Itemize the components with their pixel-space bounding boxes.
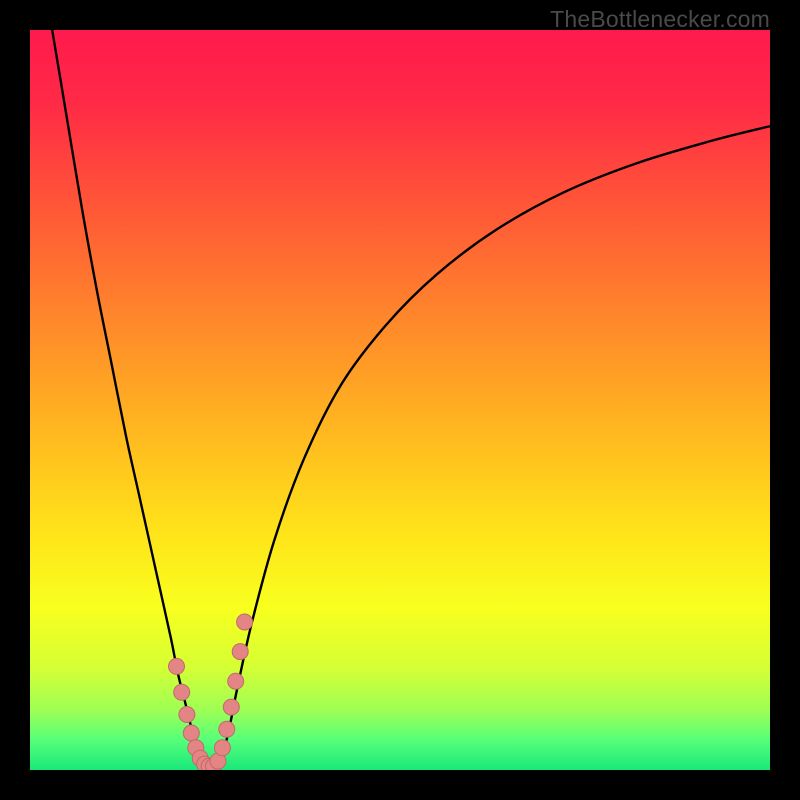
bottleneck-curve	[52, 30, 770, 768]
curve-marker	[232, 644, 248, 660]
outer-frame: TheBottlenecker.com	[0, 0, 800, 800]
curve-marker	[179, 707, 195, 723]
curve-marker	[169, 658, 185, 674]
plot-area	[30, 30, 770, 770]
curve-marker	[237, 614, 253, 630]
watermark-text: TheBottlenecker.com	[550, 6, 770, 33]
curve-marker	[214, 740, 230, 756]
curve-marker	[183, 725, 199, 741]
curve-markers	[169, 614, 253, 770]
chart-svg	[30, 30, 770, 770]
curve-marker	[223, 699, 239, 715]
curve-marker	[228, 673, 244, 689]
curve-marker	[174, 684, 190, 700]
curve-marker	[219, 721, 235, 737]
